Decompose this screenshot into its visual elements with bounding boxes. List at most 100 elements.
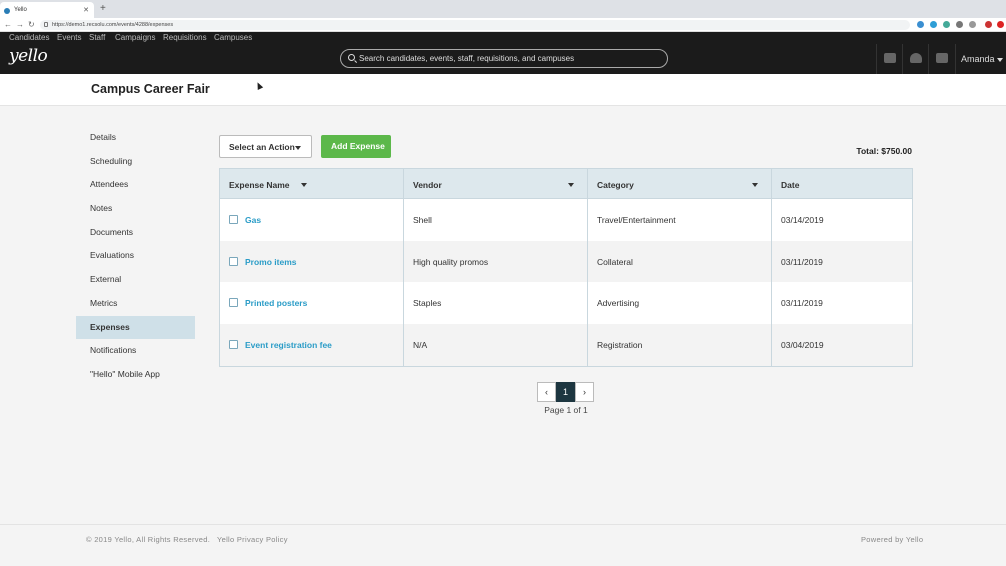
yello-logo[interactable]: yello [9, 46, 48, 66]
page-title: Campus Career Fair [91, 82, 210, 96]
sort-chevron-icon[interactable] [301, 183, 307, 187]
category-cell: Advertising [588, 282, 772, 325]
close-tab-icon[interactable]: ✕ [83, 6, 89, 14]
expense-link[interactable]: Printed posters [245, 298, 307, 308]
reload-icon[interactable]: ↻ [28, 20, 35, 29]
page-count-label: Page 1 of 1 [544, 405, 588, 415]
column-header-date[interactable]: Date [772, 169, 912, 198]
sidebar-item-details[interactable]: Details [76, 126, 195, 150]
new-tab-button[interactable]: + [100, 3, 106, 14]
date-cell: 03/04/2019 [781, 340, 824, 351]
app-header: yello Search candidates, events, staff, … [0, 44, 1006, 74]
inbox-icon [936, 53, 948, 63]
previous-page-chevron-left-icon[interactable]: ‹ [537, 382, 556, 402]
sidebar-item-notifications[interactable]: Notifications [76, 339, 195, 363]
expenses-table: Expense Name Vendor Category Date Gas Sh… [219, 168, 913, 367]
column-label: Expense Name [229, 180, 290, 190]
chat-icon [884, 53, 896, 63]
extension-icon[interactable] [969, 21, 976, 28]
address-bar: ← → ↻ https://demo1.recsolu.com/events/4… [0, 18, 1006, 32]
table-row: Event registration fee N/A Registration … [220, 324, 912, 366]
browser-tab-title: Yello [14, 7, 27, 13]
nav-campaigns[interactable]: Campaigns [115, 33, 155, 42]
sidebar-item-notes[interactable]: Notes [76, 197, 195, 221]
sidebar-item-mobile-app[interactable]: "Hello" Mobile App [76, 363, 195, 387]
nav-candidates[interactable]: Candidates [9, 33, 49, 42]
lock-icon [44, 22, 48, 27]
profile-icon[interactable] [985, 21, 992, 28]
bell-icon [910, 53, 922, 63]
page-number-button[interactable]: 1 [556, 382, 575, 402]
extension-icon[interactable] [956, 21, 963, 28]
sidebar-item-attendees[interactable]: Attendees [76, 173, 195, 197]
next-page-chevron-right-icon[interactable]: › [575, 382, 594, 402]
browser-tabbar: Yello ✕ + [0, 0, 1006, 18]
messages-button[interactable] [876, 44, 902, 74]
top-nav: Candidates Events Staff Campaigns Requis… [0, 32, 1006, 44]
table-header: Expense Name Vendor Category Date [220, 169, 912, 199]
extension-icon[interactable] [930, 21, 937, 28]
search-icon [348, 54, 355, 61]
row-checkbox[interactable] [229, 340, 238, 350]
notifications-button[interactable] [902, 44, 928, 74]
column-label: Vendor [413, 180, 442, 190]
expense-link[interactable]: Event registration fee [245, 340, 332, 350]
sidebar-item-metrics[interactable]: Metrics [76, 292, 195, 316]
category-cell: Travel/Entertainment [588, 199, 772, 241]
nav-staff[interactable]: Staff [89, 33, 105, 42]
row-checkbox[interactable] [229, 256, 238, 266]
select-action-dropdown[interactable]: Select an Action [219, 135, 312, 158]
privacy-policy-link[interactable]: Yello Privacy Policy [217, 535, 288, 544]
expense-total: Total: $750.00 [856, 146, 912, 156]
yello-favicon-icon [4, 8, 10, 14]
extension-icon[interactable] [943, 21, 950, 28]
sort-chevron-icon[interactable] [752, 183, 758, 187]
select-action-label: Select an Action [229, 142, 295, 152]
column-label: Date [781, 180, 800, 190]
chevron-down-icon [295, 146, 301, 150]
nav-events[interactable]: Events [57, 33, 81, 42]
footer: © 2019 Yello, All Rights Reserved. Yello… [0, 524, 1006, 566]
vendor-cell: N/A [404, 324, 588, 366]
expense-link[interactable]: Gas [245, 215, 261, 225]
row-checkbox[interactable] [229, 215, 238, 224]
category-cell: Registration [588, 324, 772, 366]
browser-tab[interactable]: Yello ✕ [0, 2, 94, 18]
menu-icon[interactable] [997, 21, 1004, 28]
date-cell: 03/11/2019 [781, 298, 823, 309]
expense-link[interactable]: Promo items [245, 257, 297, 267]
forward-icon[interactable]: → [16, 20, 24, 29]
user-name: Amanda [961, 54, 995, 64]
vendor-cell: Staples [404, 282, 588, 325]
chevron-down-icon [996, 57, 1003, 62]
sort-chevron-icon[interactable] [568, 183, 574, 187]
back-icon[interactable]: ← [4, 20, 12, 29]
sidebar-item-scheduling[interactable]: Scheduling [76, 150, 195, 174]
sidebar-item-external[interactable]: External [76, 268, 195, 292]
column-header-category[interactable]: Category [588, 169, 772, 198]
date-cell: 03/11/2019 [781, 256, 823, 267]
sidebar-item-documents[interactable]: Documents [76, 221, 195, 245]
copyright-text: © 2019 Yello, All Rights Reserved. [86, 535, 211, 544]
add-expense-button[interactable]: Add Expense [321, 135, 391, 158]
vendor-cell: High quality promos [404, 240, 588, 283]
user-menu[interactable]: Amanda [955, 44, 1006, 74]
tasks-button[interactable] [928, 44, 954, 74]
global-search-input[interactable]: Search candidates, events, staff, requis… [340, 49, 668, 68]
category-cell: Collateral [588, 240, 772, 283]
date-cell: 03/14/2019 [781, 215, 824, 225]
nav-requisitions[interactable]: Requisitions [163, 33, 207, 42]
nav-campuses[interactable]: Campuses [214, 33, 252, 42]
title-bar: Campus Career Fair [0, 74, 1006, 106]
column-header-vendor[interactable]: Vendor [404, 169, 588, 198]
sidebar-item-expenses[interactable]: Expenses [76, 315, 195, 340]
table-row: Printed posters Staples Advertising 03/1… [220, 282, 912, 325]
sidebar-item-evaluations[interactable]: Evaluations [76, 244, 195, 268]
row-checkbox[interactable] [229, 298, 238, 308]
expense-name-cell: Promo items [220, 240, 404, 283]
expense-name-cell: Event registration fee [220, 324, 404, 366]
extension-icon[interactable] [917, 21, 924, 28]
url-field[interactable]: https://demo1.recsolu.com/events/4288/ex… [40, 20, 910, 30]
pagination: ‹ 1 › [537, 382, 594, 402]
column-header-expense-name[interactable]: Expense Name [220, 169, 404, 198]
